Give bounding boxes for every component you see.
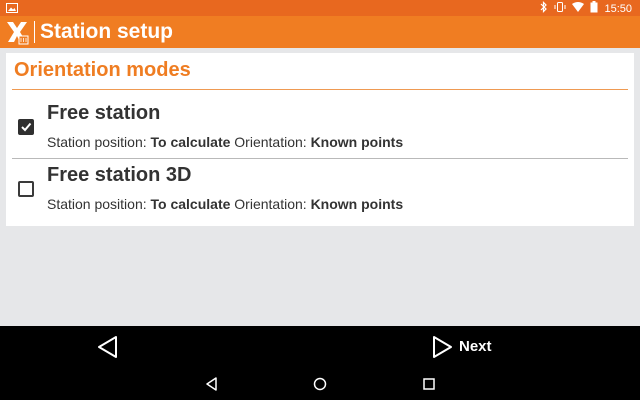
orientation-modes-card: Orientation modes Free station Station p…: [6, 53, 634, 226]
next-triangle-icon: [428, 336, 458, 366]
position-label: Station position:: [47, 196, 147, 212]
nav-home-icon[interactable]: [312, 376, 328, 392]
nav-back-icon[interactable]: [204, 376, 220, 392]
gallery-icon: [6, 3, 18, 16]
position-value: To calculate: [150, 134, 231, 150]
position-label: Station position:: [47, 134, 147, 150]
back-triangle-icon: [90, 336, 126, 366]
app-bar-divider: [34, 21, 35, 43]
status-bar: 15:50: [0, 0, 640, 16]
orientation-label: Orientation:: [234, 196, 307, 212]
option-free-station-3d[interactable]: Free station 3D Station position: To cal…: [6, 159, 634, 219]
option-title: Free station 3D: [47, 164, 192, 186]
option-free-station[interactable]: Free station Station position: To calcul…: [6, 97, 634, 159]
option-title: Free station: [47, 102, 161, 124]
section-divider: [12, 89, 628, 90]
wifi-icon: [572, 2, 585, 15]
next-button[interactable]: Next: [428, 332, 508, 362]
bluetooth-icon: [540, 1, 548, 16]
free-station-3d-checkbox[interactable]: [18, 181, 34, 197]
orientation-label: Orientation:: [234, 134, 307, 150]
battery-icon: [590, 1, 598, 16]
status-clock: 15:50: [604, 2, 632, 15]
back-button[interactable]: [90, 332, 126, 362]
bottom-action-bar: Next: [0, 326, 640, 368]
system-nav-bar: [0, 368, 640, 400]
status-icons: 15:50: [540, 1, 632, 16]
next-label: Next: [459, 338, 492, 355]
orientation-value: Known points: [310, 196, 404, 212]
option-description: Station position: To calculate Orientati…: [47, 133, 403, 151]
position-value: To calculate: [150, 196, 231, 212]
page-title: Station setup: [40, 20, 174, 43]
app-bar: Station setup: [0, 16, 640, 48]
vibrate-icon: [554, 1, 566, 16]
option-description: Station position: To calculate Orientati…: [47, 195, 403, 213]
orientation-value: Known points: [310, 134, 404, 150]
free-station-checkbox[interactable]: [18, 119, 34, 135]
section-title: Orientation modes: [14, 59, 191, 81]
xpad-logo-icon[interactable]: [4, 19, 30, 45]
nav-recents-icon[interactable]: [421, 376, 437, 392]
